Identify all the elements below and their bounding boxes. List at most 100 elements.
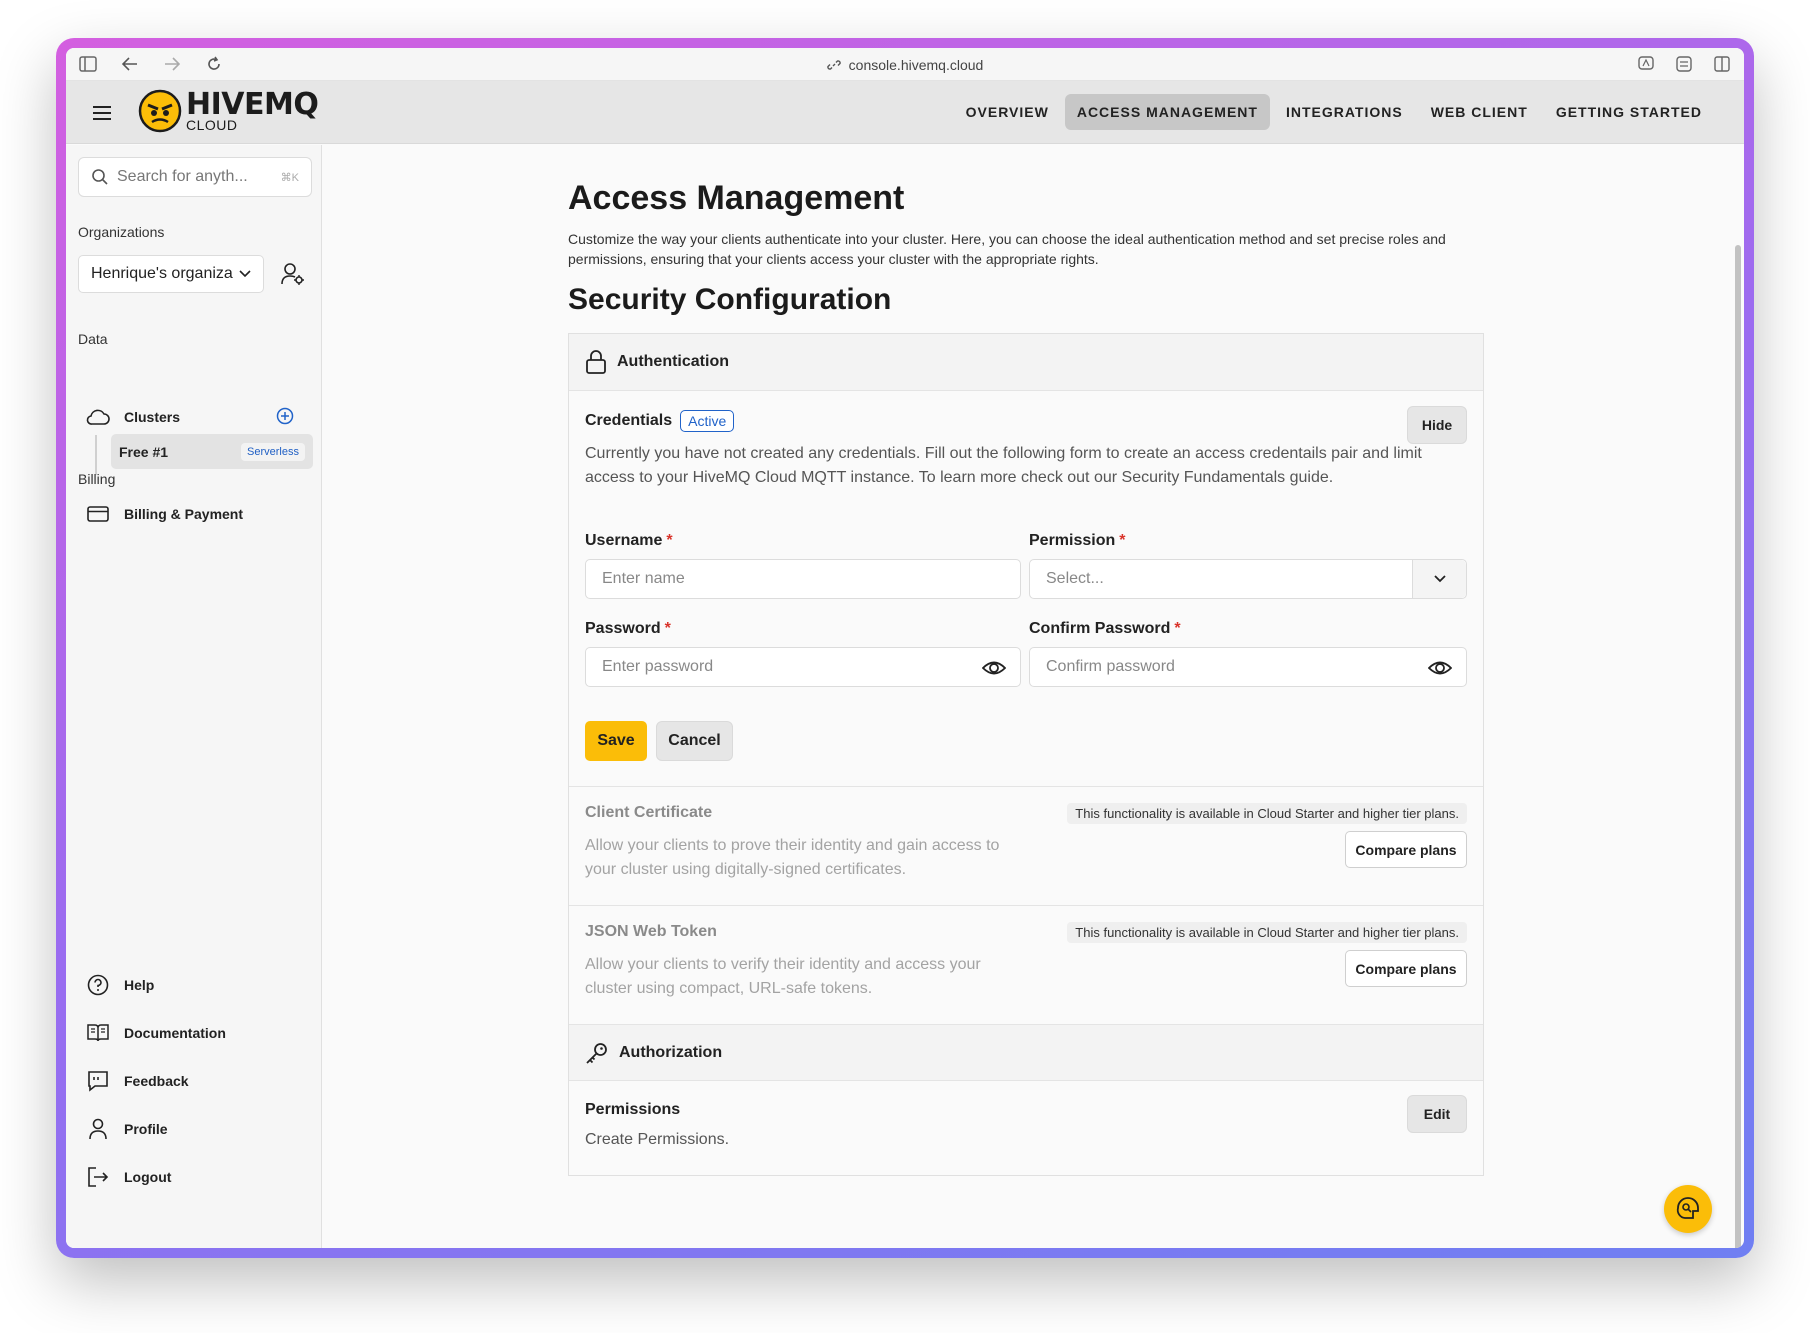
logout-label: Logout — [124, 1169, 172, 1185]
confirm-placeholder: Confirm password — [1046, 658, 1175, 675]
forward-icon[interactable] — [162, 54, 182, 74]
organizations-label: Organizations — [78, 224, 165, 240]
sidebar-item-documentation[interactable]: Documentation — [86, 1021, 226, 1045]
organization-select[interactable]: Henrique's organization — [78, 255, 264, 293]
compare-plans-button[interactable]: Compare plans — [1345, 831, 1467, 868]
compare-plans-button[interactable]: Compare plans — [1345, 950, 1467, 987]
confirm-password-label: Confirm Password * — [1029, 620, 1181, 637]
credit-card-icon — [87, 506, 109, 522]
cancel-button[interactable]: Cancel — [656, 721, 733, 761]
profile-label: Profile — [124, 1121, 168, 1137]
browser-toolbar: console.hivemq.cloud — [66, 48, 1744, 81]
password-placeholder: Enter password — [602, 658, 714, 675]
logo-main-text: HIVEMQ — [186, 87, 319, 122]
permission-select[interactable]: Select... — [1029, 559, 1467, 599]
client-certificate-tier-note: This functionality is available in Cloud… — [1067, 803, 1467, 824]
sidebar-item-billing[interactable]: Billing & Payment — [86, 502, 243, 526]
jwt-tier-note: This functionality is available in Cloud… — [1067, 922, 1467, 943]
password-input[interactable]: Enter password — [585, 647, 1021, 687]
lock-icon — [586, 350, 606, 374]
billing-label: Billing — [78, 471, 116, 487]
tab-web-client[interactable]: WEB CLIENT — [1419, 94, 1540, 130]
sidebar: Search for anyth... ⌘K Organizations Hen… — [66, 145, 322, 1248]
book-icon — [87, 1024, 109, 1042]
cloud-icon — [86, 409, 110, 425]
sidebar-item-help[interactable]: Help — [86, 973, 154, 997]
org-selected-value: Henrique's organization — [91, 265, 233, 282]
credentials-description: Currently you have not created any crede… — [585, 445, 1422, 486]
sidebar-toggle-icon[interactable] — [78, 54, 98, 74]
page-title: Access Management — [568, 179, 905, 217]
top-navigation: HIVEMQ CLOUD OVERVIEW ACCESS MANAGEMENT … — [66, 81, 1744, 144]
menu-icon[interactable] — [90, 101, 114, 125]
tab-overview[interactable]: OVERVIEW — [954, 94, 1061, 130]
user-settings-icon[interactable] — [280, 261, 306, 287]
scrollbar[interactable] — [1735, 245, 1741, 1248]
search-placeholder: Search for anyth... — [117, 168, 248, 185]
edit-button[interactable]: Edit — [1407, 1095, 1467, 1133]
authentication-heading: Authentication — [617, 353, 729, 370]
jwt-description: Allow your clients to verify their ident… — [585, 956, 981, 997]
user-icon — [89, 1118, 107, 1140]
jwt-title: JSON Web Token — [585, 923, 717, 940]
key-icon — [586, 1042, 607, 1064]
support-fab-button[interactable] — [1664, 1185, 1712, 1233]
bee-logo-icon — [138, 89, 182, 133]
logout-icon — [88, 1167, 109, 1187]
divider — [569, 786, 1483, 787]
authentication-header: Authentication — [569, 334, 1483, 391]
link-icon — [826, 59, 841, 70]
chevron-down-icon — [239, 270, 251, 278]
permissions-description: Create Permissions. — [585, 1131, 730, 1148]
feedback-label: Feedback — [124, 1073, 189, 1089]
main-content: Access Management Customize the way your… — [322, 145, 1744, 1248]
authorization-header: Authorization — [569, 1024, 1483, 1081]
client-certificate-description: Allow your clients to prove their identi… — [585, 837, 1000, 878]
clusters-label: Clusters — [124, 409, 181, 425]
hide-button[interactable]: Hide — [1407, 406, 1467, 444]
back-icon[interactable] — [120, 54, 140, 74]
eye-icon[interactable] — [1428, 657, 1452, 679]
sidebar-item-clusters[interactable]: Clusters — [86, 405, 180, 429]
help-icon — [87, 974, 109, 996]
confirm-password-input[interactable]: Confirm password — [1029, 647, 1467, 687]
chevron-down-icon — [1433, 575, 1446, 583]
permission-placeholder: Select... — [1046, 570, 1104, 587]
help-label: Help — [124, 977, 155, 993]
permissions-title: Permissions — [585, 1101, 681, 1118]
assistant-icon — [1676, 1197, 1699, 1219]
url-text[interactable]: console.hivemq.cloud — [849, 57, 984, 73]
tab-integrations[interactable]: INTEGRATIONS — [1274, 94, 1415, 130]
extension-icon[interactable] — [1674, 54, 1694, 74]
client-certificate-title: Client Certificate — [585, 804, 713, 821]
hivemq-logo[interactable]: HIVEMQ CLOUD — [138, 87, 319, 133]
section-title: Security Configuration — [568, 283, 892, 316]
logo-sub-text: CLOUD — [186, 117, 238, 133]
split-view-icon[interactable] — [1712, 54, 1732, 74]
save-button[interactable]: Save — [585, 721, 647, 761]
authorization-heading: Authorization — [619, 1043, 723, 1061]
search-shortcut: ⌘K — [280, 171, 299, 184]
cluster-name: Free #1 — [119, 443, 169, 460]
add-cluster-icon[interactable] — [276, 407, 294, 425]
tab-getting-started[interactable]: GETTING STARTED — [1544, 94, 1714, 130]
sidebar-item-profile[interactable]: Profile — [86, 1117, 168, 1141]
sidebar-item-logout[interactable]: Logout — [86, 1165, 171, 1189]
translate-icon[interactable] — [1636, 54, 1656, 74]
search-input[interactable]: Search for anyth... ⌘K — [78, 157, 312, 197]
tab-access-management[interactable]: ACCESS MANAGEMENT — [1064, 94, 1270, 130]
reload-icon[interactable] — [204, 54, 224, 74]
eye-icon[interactable] — [982, 657, 1006, 679]
search-icon — [92, 169, 108, 185]
status-badge: Active — [680, 410, 735, 432]
credentials-title: Credentials — [585, 412, 673, 429]
password-label: Password * — [585, 620, 671, 637]
security-config-card: Authentication Credentials Active Hide C… — [568, 333, 1484, 1176]
billing-item-label: Billing & Payment — [124, 506, 244, 522]
divider — [569, 905, 1483, 906]
cluster-type-badge: Serverless — [241, 442, 305, 461]
username-input[interactable]: Enter name — [585, 559, 1021, 599]
sidebar-item-cluster-free[interactable]: Free #1 Serverless — [111, 434, 313, 469]
documentation-label: Documentation — [124, 1025, 226, 1041]
sidebar-item-feedback[interactable]: Feedback — [86, 1069, 189, 1093]
